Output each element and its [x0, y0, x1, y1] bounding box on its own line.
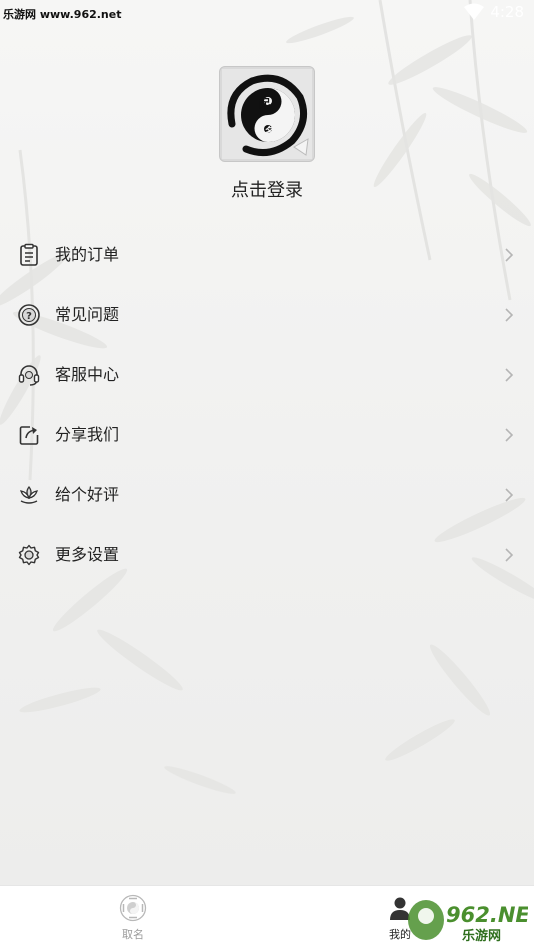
site-watermark: 乐游网 www.962.net	[3, 8, 122, 21]
menu-item-support[interactable]: 客服中心	[0, 345, 534, 405]
question-icon: ?	[18, 304, 40, 326]
chevron-right-icon	[505, 488, 514, 502]
svg-text:?: ?	[26, 311, 32, 322]
share-icon	[19, 426, 39, 445]
clipboard-icon	[20, 243, 38, 266]
logo-text-sub: 乐游网	[462, 928, 501, 944]
chevron-right-icon	[505, 248, 514, 262]
menu-item-faq[interactable]: ? 常见问题	[0, 285, 534, 345]
yin-yang-logo: 起 名	[222, 69, 312, 159]
962-logo: 962.NET 乐游网	[408, 900, 534, 944]
avatar-char-top: 起	[258, 96, 271, 110]
status-time: 4:28	[490, 3, 524, 21]
menu-item-rate[interactable]: 给个好评	[0, 465, 534, 525]
wifi-icon	[464, 3, 485, 20]
chevron-right-icon	[505, 368, 514, 382]
menu-item-share[interactable]: 分享我们	[0, 405, 534, 465]
menu-label-rate: 给个好评	[55, 485, 120, 504]
avatar[interactable]: 起 名	[219, 66, 315, 162]
status-right: 4:28	[464, 3, 524, 21]
chevron-right-icon	[505, 308, 514, 322]
menu-label-faq: 常见问题	[55, 305, 120, 324]
headset-icon	[18, 365, 40, 386]
chevron-right-icon	[505, 428, 514, 442]
chevron-right-icon	[505, 548, 514, 562]
bagua-icon	[119, 894, 147, 922]
menu-item-orders[interactable]: 我的订单	[0, 225, 534, 285]
profile-section: 起 名 点击登录	[0, 66, 534, 202]
menu-label-share: 分享我们	[55, 425, 120, 444]
tab-label-naming: 取名	[122, 928, 144, 941]
menu-label-support: 客服中心	[55, 365, 120, 384]
avatar-char-bottom: 名	[265, 125, 275, 138]
menu-label-settings: 更多设置	[55, 545, 120, 564]
site-logo-watermark: 962.NET 乐游网	[404, 896, 534, 944]
lotus-icon	[20, 485, 38, 504]
tab-naming[interactable]: 取名	[93, 894, 173, 948]
menu-label-orders: 我的订单	[55, 245, 120, 264]
menu-item-settings[interactable]: 更多设置	[0, 525, 534, 585]
gear-icon	[18, 544, 40, 566]
status-bar: 乐游网 www.962.net 4:28	[0, 0, 534, 26]
menu-list: 我的订单 ? 常见问题 客服中心 分享我们 给个好评 更多设置	[0, 225, 534, 585]
logo-text-main: 962.NET	[446, 903, 528, 927]
login-button[interactable]: 点击登录	[231, 176, 303, 202]
